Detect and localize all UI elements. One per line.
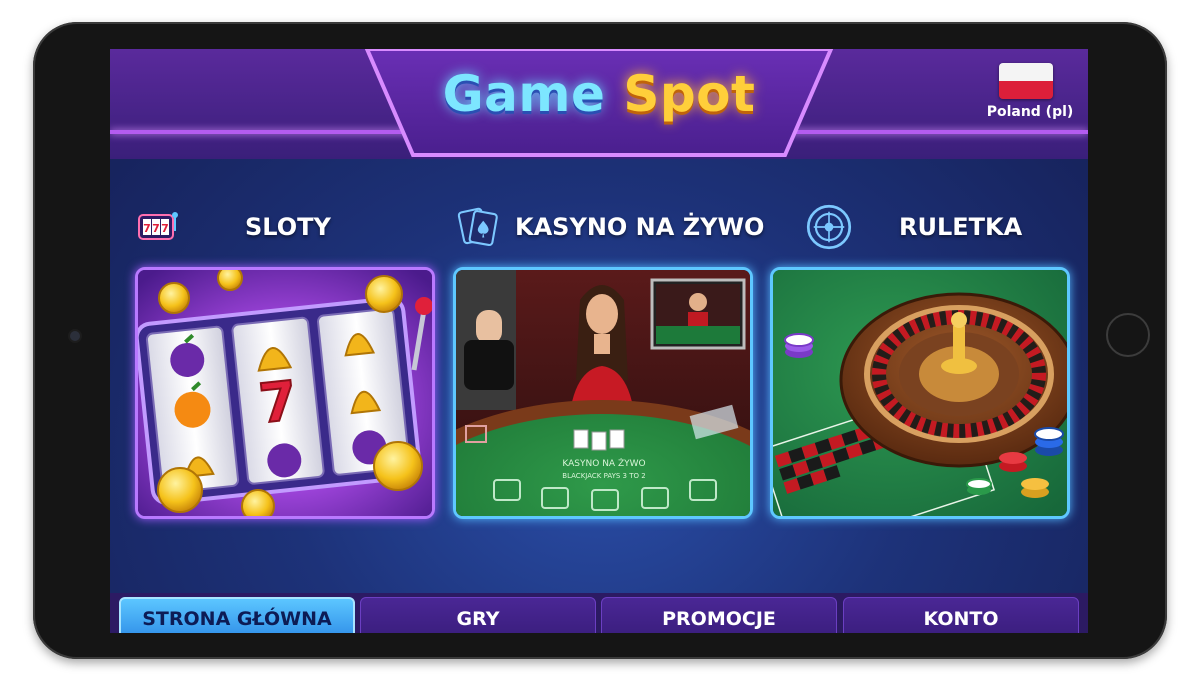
slot-777-icon: 7 7 7 [138,212,178,240]
tablet-frame: Game Spot Poland (pl) 7 7 7 SLOTY KASYNO… [33,22,1167,659]
poland-flag-icon[interactable] [999,63,1053,99]
region-label[interactable]: Poland (pl) [978,104,1082,120]
slots-game-card[interactable]: 7 [135,267,435,519]
svg-text:7: 7 [161,222,169,235]
app-screen: Game Spot Poland (pl) 7 7 7 SLOTY KASYNO… [110,49,1088,633]
table-print-2: BLACKJACK PAYS 3 TO 2 [562,472,645,480]
app-logo[interactable]: Game Spot [365,65,833,123]
roulette-game-card[interactable] [770,267,1070,519]
bottom-navigation: STRONA GŁÓWNA GRY PROMOCJE KONTO [110,593,1088,633]
logo-plate: Game Spot [365,49,833,157]
slot-machine-illustration: 7 [138,270,432,516]
category-live-casino-header[interactable]: KASYNO NA ŻYWO [455,199,764,255]
home-button[interactable] [1106,313,1150,357]
svg-text:7: 7 [143,222,151,235]
svg-text:7: 7 [256,369,300,436]
logo-word-game: Game [442,65,606,123]
category-slots-header[interactable]: 7 7 7 SLOTY [137,199,331,255]
roulette-table-illustration [773,270,1067,516]
svg-text:7: 7 [152,222,160,235]
category-roulette-label: RULETKA [899,213,1023,241]
live-dealer-illustration: KASYNO NA ŻYWO BLACKJACK PAYS 3 TO 2 [456,270,750,516]
logo-word-spot: Spot [623,65,756,123]
roulette-wheel-icon [806,204,852,250]
category-live-casino-label: KASYNO NA ŻYWO [515,213,765,241]
front-camera [70,331,80,341]
nav-home-tab[interactable]: STRONA GŁÓWNA [119,597,355,633]
table-print-1: KASYNO NA ŻYWO [562,458,645,469]
nav-games-tab[interactable]: GRY [360,597,596,633]
category-roulette-header[interactable]: RULETKA [805,199,1022,255]
category-slots-label: SLOTY [245,213,331,241]
nav-account-tab[interactable]: KONTO [843,597,1079,633]
live-casino-game-card[interactable]: KASYNO NA ŻYWO BLACKJACK PAYS 3 TO 2 [453,267,753,519]
nav-promotions-tab[interactable]: PROMOCJE [601,597,837,633]
playing-cards-icon [457,207,498,247]
